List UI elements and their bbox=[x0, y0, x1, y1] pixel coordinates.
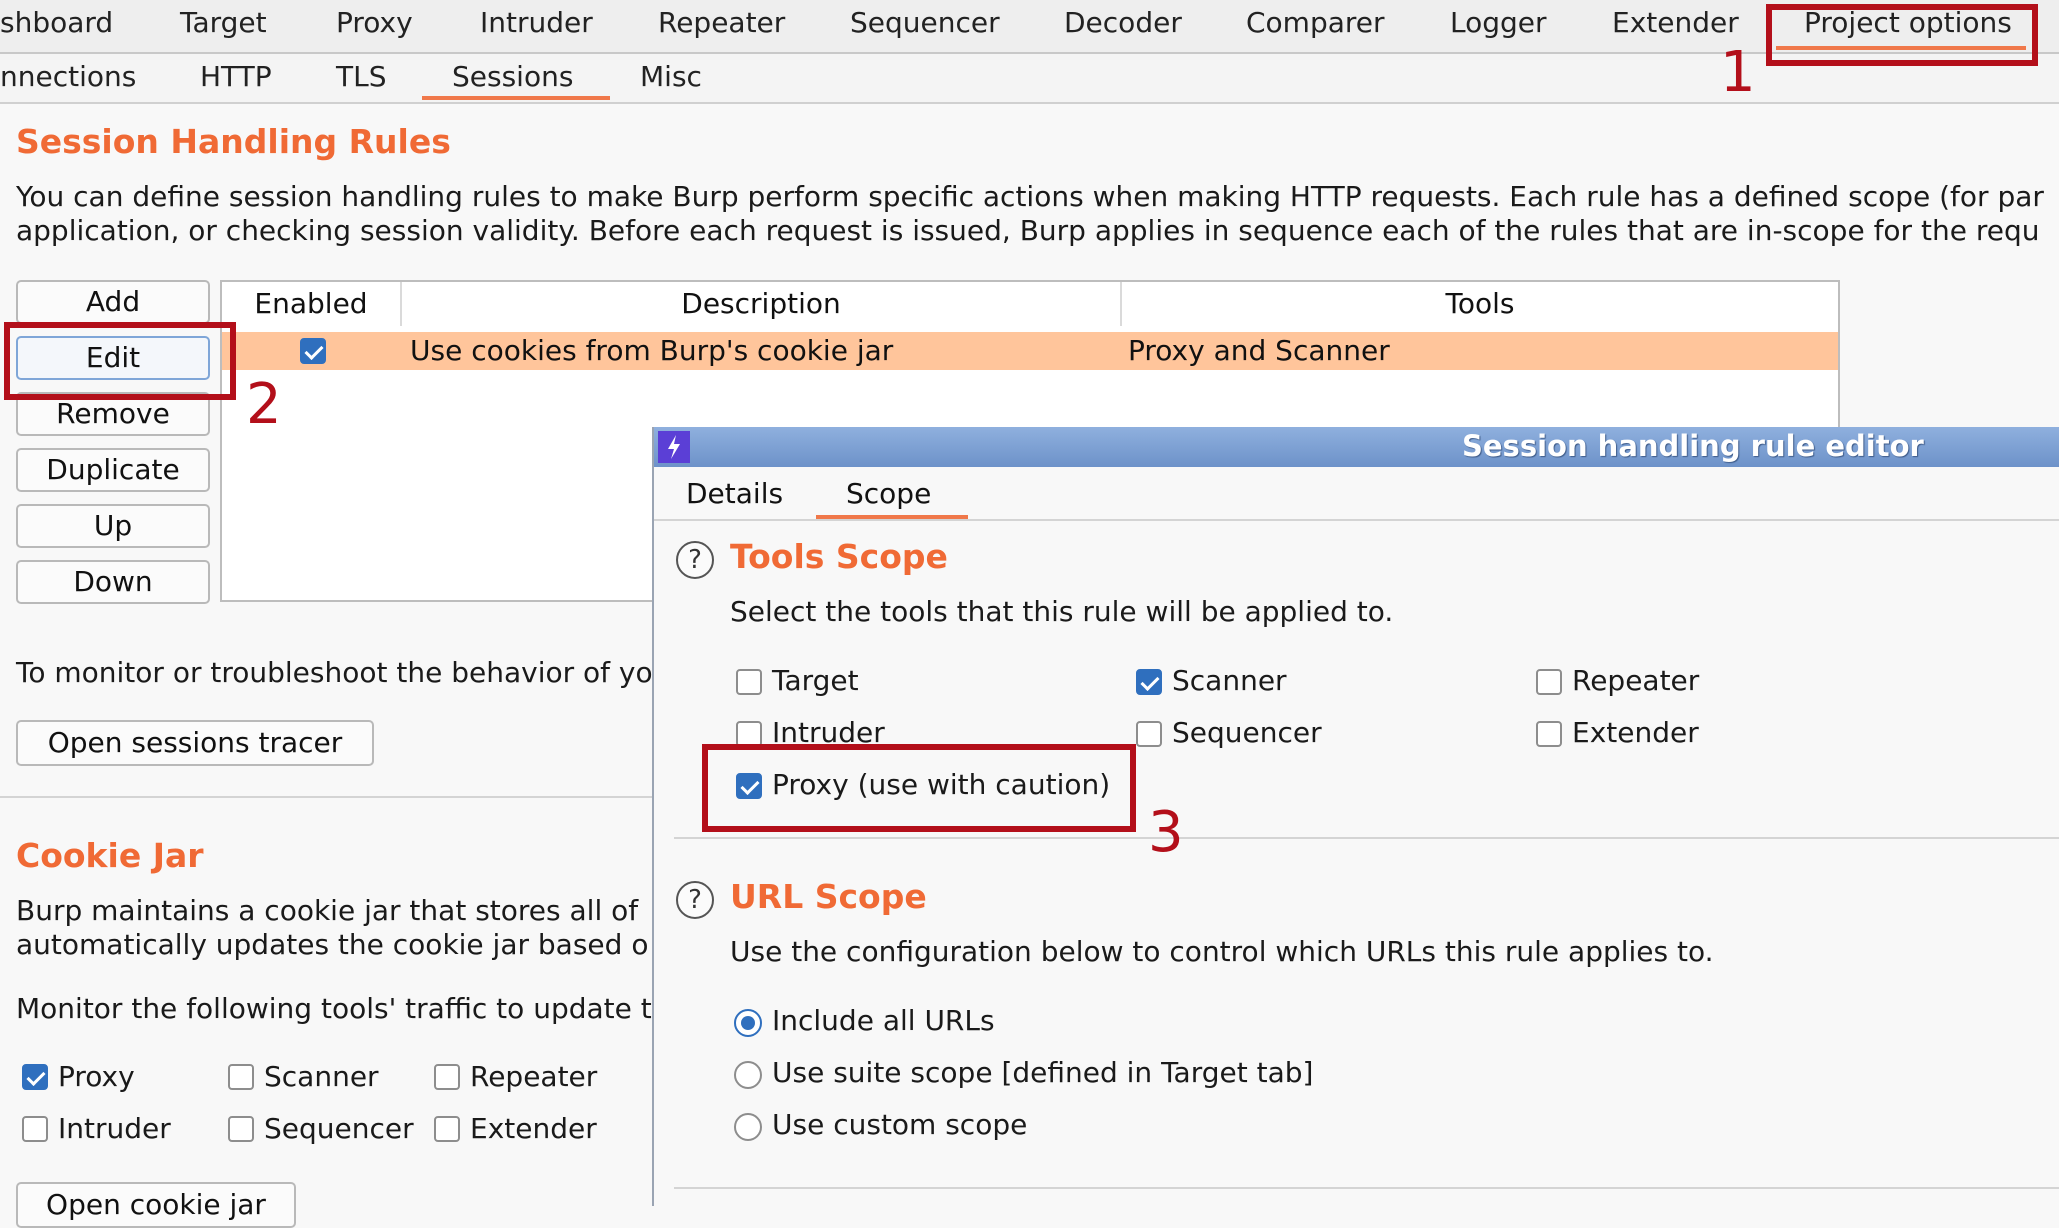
rule-description: Use cookies from Burp's cookie jar bbox=[410, 334, 894, 367]
scope-target-label: Target bbox=[772, 664, 859, 697]
cookie-proxy-checkbox[interactable] bbox=[22, 1064, 48, 1090]
annotation-number-1: 1 bbox=[1720, 40, 1756, 105]
tab-dashboard[interactable]: shboard bbox=[0, 6, 113, 39]
session-rules-desc-1: You can define session handling rules to… bbox=[16, 180, 2044, 213]
cookie-jar-desc-1: Burp maintains a cookie jar that stores … bbox=[16, 894, 639, 927]
section-divider bbox=[0, 796, 652, 798]
col-header-enabled[interactable]: Enabled bbox=[222, 282, 402, 326]
dialog-tab-scope[interactable]: Scope bbox=[846, 477, 931, 510]
cookie-jar-monitor-text: Monitor the following tools' traffic to … bbox=[16, 992, 652, 1025]
rule-tools: Proxy and Scanner bbox=[1128, 334, 1390, 367]
url-scope-title: URL Scope bbox=[730, 877, 927, 916]
dialog-section-divider bbox=[674, 837, 2059, 839]
dialog-tab-divider bbox=[654, 519, 2059, 521]
cookie-sequencer-label: Sequencer bbox=[264, 1112, 414, 1145]
scope-scanner-checkbox[interactable] bbox=[1136, 669, 1162, 695]
add-button[interactable]: Add bbox=[16, 280, 210, 324]
cookie-intruder-label: Intruder bbox=[58, 1112, 171, 1145]
tab-comparer[interactable]: Comparer bbox=[1246, 6, 1385, 39]
url-include-all-label: Include all URLs bbox=[772, 1004, 995, 1037]
dialog-title: Session handling rule editor bbox=[1462, 429, 1924, 463]
annotation-number-3: 3 bbox=[1148, 800, 1184, 865]
subtab-http[interactable]: HTTP bbox=[200, 60, 272, 93]
cookie-intruder-checkbox[interactable] bbox=[22, 1116, 48, 1142]
active-subtab-underline bbox=[422, 96, 610, 100]
cookie-repeater-checkbox[interactable] bbox=[434, 1064, 460, 1090]
url-custom-scope-label: Use custom scope bbox=[772, 1108, 1028, 1141]
subtab-sessions[interactable]: Sessions bbox=[452, 60, 573, 93]
col-header-tools[interactable]: Tools bbox=[1122, 282, 1838, 326]
up-button[interactable]: Up bbox=[16, 504, 210, 548]
url-custom-scope-radio[interactable] bbox=[734, 1113, 762, 1141]
scope-repeater-label: Repeater bbox=[1572, 664, 1700, 697]
open-cookie-jar-button[interactable]: Open cookie jar bbox=[16, 1182, 296, 1228]
down-button[interactable]: Down bbox=[16, 560, 210, 604]
dialog-tab-details[interactable]: Details bbox=[686, 477, 783, 510]
cookie-sequencer-checkbox[interactable] bbox=[228, 1116, 254, 1142]
cookie-scanner-label: Scanner bbox=[264, 1060, 379, 1093]
tools-scope-help-icon[interactable]: ? bbox=[676, 541, 714, 579]
tab-intruder[interactable]: Intruder bbox=[480, 6, 593, 39]
dialog-titlebar[interactable]: Session handling rule editor bbox=[654, 427, 2059, 467]
session-rules-desc-2: application, or checking session validit… bbox=[16, 214, 2040, 247]
tab-sequencer[interactable]: Sequencer bbox=[850, 6, 1000, 39]
cookie-extender-label: Extender bbox=[470, 1112, 597, 1145]
tools-scope-title: Tools Scope bbox=[730, 537, 948, 576]
cookie-extender-checkbox[interactable] bbox=[434, 1116, 460, 1142]
scope-repeater-checkbox[interactable] bbox=[1536, 669, 1562, 695]
tab-decoder[interactable]: Decoder bbox=[1064, 6, 1182, 39]
subtab-tls[interactable]: TLS bbox=[336, 60, 386, 93]
cookie-jar-title: Cookie Jar bbox=[16, 836, 204, 875]
url-suite-scope-label: Use suite scope [defined in Target tab] bbox=[772, 1056, 1314, 1089]
annotation-box-2 bbox=[4, 322, 236, 400]
tools-scope-desc: Select the tools that this rule will be … bbox=[730, 595, 1394, 628]
scope-extender-checkbox[interactable] bbox=[1536, 721, 1562, 747]
url-include-all-radio[interactable] bbox=[734, 1009, 762, 1037]
scope-scanner-label: Scanner bbox=[1172, 664, 1287, 697]
url-scope-help-icon[interactable]: ? bbox=[676, 881, 714, 919]
annotation-number-2: 2 bbox=[246, 372, 282, 437]
url-scope-desc: Use the configuration below to control w… bbox=[730, 935, 1714, 968]
cookie-jar-desc-2: automatically updates the cookie jar bas… bbox=[16, 928, 649, 961]
subtab-connections[interactable]: nnections bbox=[0, 60, 136, 93]
table-row[interactable]: Use cookies from Burp's cookie jar Proxy… bbox=[222, 332, 1838, 370]
scope-sequencer-checkbox[interactable] bbox=[1136, 721, 1162, 747]
burp-logo-icon bbox=[658, 431, 690, 463]
cookie-scanner-checkbox[interactable] bbox=[228, 1064, 254, 1090]
tab-logger[interactable]: Logger bbox=[1450, 6, 1547, 39]
url-suite-scope-radio[interactable] bbox=[734, 1061, 762, 1089]
dialog-bottom-divider bbox=[674, 1187, 2059, 1189]
tab-proxy[interactable]: Proxy bbox=[336, 6, 413, 39]
monitor-text: To monitor or troubleshoot the behavior … bbox=[16, 656, 653, 689]
session-rules-title: Session Handling Rules bbox=[16, 122, 451, 161]
open-sessions-tracer-button[interactable]: Open sessions tracer bbox=[16, 720, 374, 766]
tab-repeater[interactable]: Repeater bbox=[658, 6, 785, 39]
scope-sequencer-label: Sequencer bbox=[1172, 716, 1322, 749]
scope-target-checkbox[interactable] bbox=[736, 669, 762, 695]
col-header-description[interactable]: Description bbox=[402, 282, 1122, 326]
tab-extender[interactable]: Extender bbox=[1612, 6, 1739, 39]
subtab-misc[interactable]: Misc bbox=[640, 60, 702, 93]
rule-enabled-checkbox[interactable] bbox=[300, 338, 326, 364]
duplicate-button[interactable]: Duplicate bbox=[16, 448, 210, 492]
cookie-proxy-label: Proxy bbox=[58, 1060, 135, 1093]
tab-target[interactable]: Target bbox=[180, 6, 267, 39]
scope-extender-label: Extender bbox=[1572, 716, 1699, 749]
annotation-box-3 bbox=[702, 744, 1136, 832]
annotation-box-1 bbox=[1766, 4, 2038, 66]
cookie-repeater-label: Repeater bbox=[470, 1060, 598, 1093]
